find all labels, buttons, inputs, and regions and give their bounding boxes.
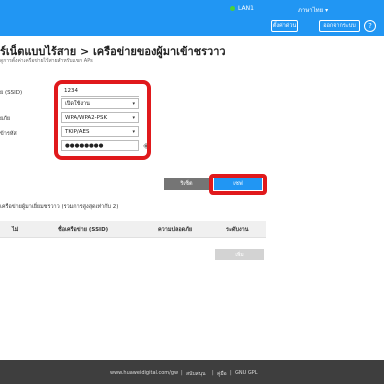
quick-setup-button[interactable]: ตั้งค่าด่วน	[271, 20, 298, 32]
footer-support-link[interactable]: สนับสนุน	[186, 370, 206, 378]
footer-sep: |	[181, 370, 183, 376]
reset-label: ริเซ็ต	[180, 181, 193, 187]
footer-manual-link[interactable]: คู่มือ	[217, 370, 227, 378]
reset-button[interactable]: ริเซ็ต	[164, 178, 209, 190]
col-actions: ระดับงาน	[226, 227, 249, 233]
logout-button[interactable]: ออกจากระบบ	[319, 20, 360, 32]
help-icon[interactable]: ?	[364, 20, 376, 32]
quick-setup-label: ตั้งค่าด่วน	[272, 23, 297, 29]
table-header: ไม่ ชื่อเครือข่าย (SSID) ความปลอดภัย ระด…	[0, 221, 266, 237]
col-no: ไม่	[12, 227, 19, 233]
col-security: ความปลอดภัย	[158, 227, 193, 233]
lan-status: LAN1	[230, 5, 254, 12]
page-subtitle: ดูการตั้งค่าเครือข่ายไร้สายสำหรับแขก APs	[0, 58, 93, 64]
logout-label: ออกจากระบบ	[323, 23, 356, 29]
footer-sep: |	[230, 370, 232, 376]
table-divider	[0, 237, 266, 238]
col-ssid: ชื่อเครือข่าย (SSID)	[58, 227, 109, 233]
save-button[interactable]: เซฟ	[214, 178, 262, 190]
status-dot-icon	[230, 6, 235, 11]
encryption-label: ข้ารหัส	[0, 131, 17, 137]
top-bar: LAN1 ภาษาไทย ▾ ตั้งค่าด่วน ออกจากระบบ ?	[0, 0, 384, 36]
save-label: เซฟ	[233, 181, 243, 187]
language-select[interactable]: ภาษาไทย ▾	[298, 5, 328, 15]
lan-status-label: LAN1	[238, 5, 254, 12]
add-label: เพิ่ม	[235, 251, 244, 258]
footer-website[interactable]: www.huaweidigital.com/gw	[110, 370, 178, 376]
ssid-label: ย (SSID)	[0, 90, 23, 96]
footer-gpl-link[interactable]: GNU GPL	[235, 370, 258, 376]
security-label: ยภัย	[0, 116, 11, 122]
footer: www.huaweidigital.com/gw | สนับสนุน | คู…	[0, 360, 384, 384]
form-highlight-frame	[54, 80, 151, 160]
footer-sep: |	[212, 370, 214, 376]
section-heading: เครือข่ายผู้มาเยี่ยมชรวาว (รวมการสูงสุดเ…	[0, 204, 119, 210]
chevron-down-icon: ▾	[325, 7, 329, 14]
add-button[interactable]: เพิ่ม	[215, 249, 264, 260]
language-label: ภาษาไทย	[298, 7, 324, 14]
